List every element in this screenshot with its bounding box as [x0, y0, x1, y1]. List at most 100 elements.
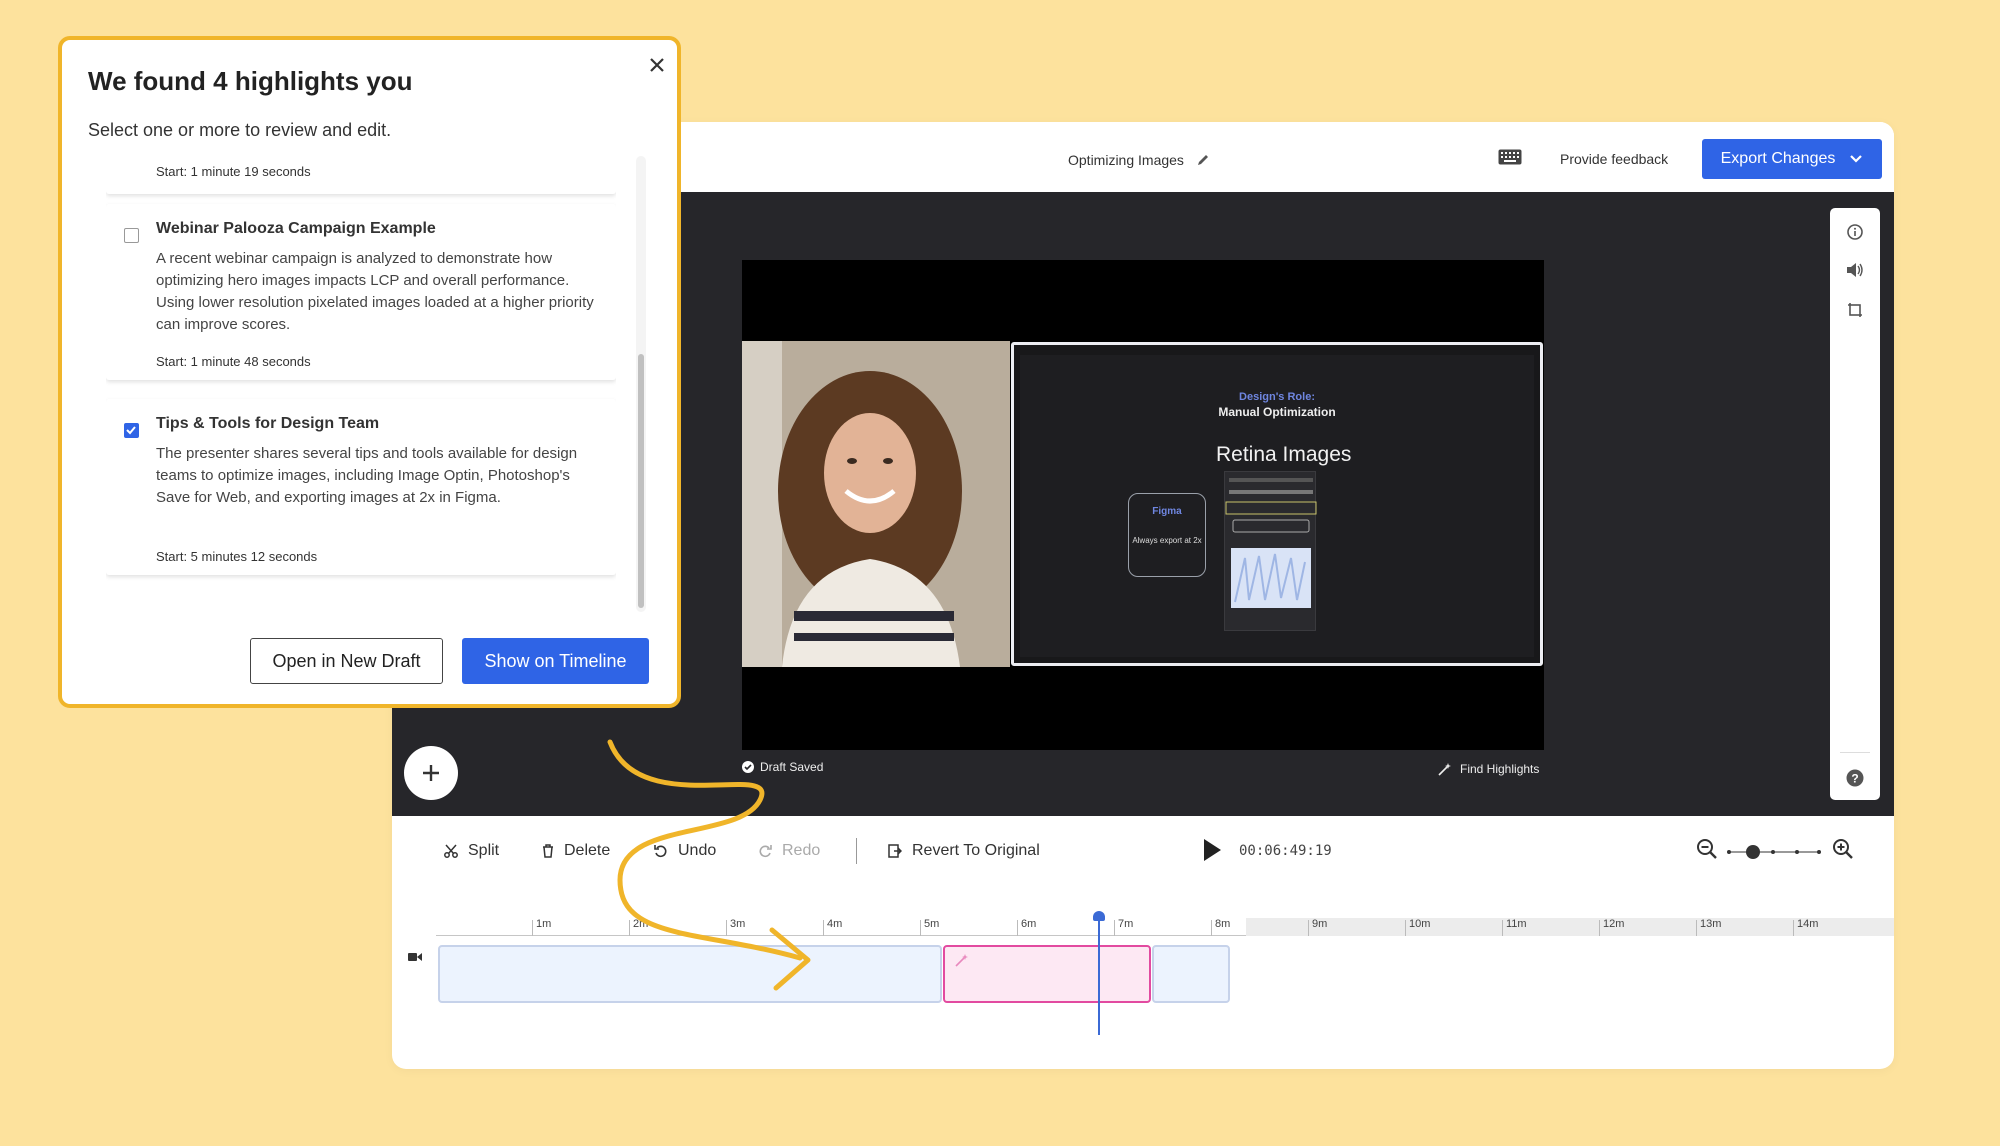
- document-title[interactable]: Optimizing Images: [1068, 152, 1210, 168]
- ruler-tick: [629, 920, 630, 936]
- ruler-tick-label: 13m: [1700, 918, 1722, 930]
- delete-label: Delete: [564, 842, 611, 859]
- check-icon: [126, 426, 136, 435]
- magic-wand-icon: [955, 954, 968, 967]
- undo-label: Undo: [678, 842, 717, 859]
- audio-tool[interactable]: [1845, 260, 1865, 280]
- split-button[interactable]: Split: [444, 842, 499, 860]
- zoom-slider[interactable]: [1727, 842, 1821, 862]
- highlight-start-time: Start: 1 minute 48 seconds: [156, 354, 311, 369]
- highlight-card[interactable]: Tips & Tools for Design Team The present…: [106, 399, 616, 575]
- list-scrollbar[interactable]: [636, 156, 646, 612]
- highlight-start-time: Start: 1 minute 19 seconds: [156, 164, 311, 179]
- zoom-in-icon[interactable]: [1832, 838, 1854, 860]
- find-highlights-button[interactable]: Find Highlights: [1438, 762, 1539, 776]
- timecode-display: 00:06:49:19: [1239, 843, 1332, 859]
- highlight-card[interactable]: Start: 1 minute 19 seconds: [106, 154, 616, 194]
- video-preview[interactable]: Design's Role: Manual Optimization Retin…: [742, 260, 1544, 750]
- ruler-tick: [1211, 920, 1212, 936]
- ruler-tick: [1599, 920, 1600, 936]
- timeline-clip[interactable]: [438, 945, 942, 1003]
- slide-heading: Manual Optimization: [1218, 405, 1336, 419]
- show-on-timeline-button[interactable]: Show on Timeline: [462, 638, 649, 684]
- presentation-slide: Design's Role: Manual Optimization Retin…: [1011, 342, 1543, 666]
- delete-button[interactable]: Delete: [542, 842, 610, 860]
- add-button[interactable]: [404, 746, 458, 800]
- highlight-checkbox[interactable]: [124, 423, 139, 438]
- find-highlights-label: Find Highlights: [1460, 762, 1540, 776]
- figma-card-title: Figma: [1152, 506, 1182, 517]
- highlights-list[interactable]: Start: 1 minute 19 seconds Webinar Paloo…: [106, 154, 616, 610]
- presenter-camera-feed: [742, 341, 1010, 667]
- chevron-down-icon: [1850, 155, 1863, 163]
- ruler-tick-label: 10m: [1409, 918, 1431, 930]
- ruler-tick-label: 7m: [1118, 918, 1134, 930]
- zoom-slider-thumb[interactable]: [1746, 845, 1760, 859]
- timeline-clip[interactable]: [1152, 945, 1230, 1003]
- slide-big-text: Retina Images: [1216, 443, 1352, 466]
- ruler-tick: [1308, 920, 1309, 936]
- redo-label: Redo: [782, 842, 821, 859]
- close-icon[interactable]: [644, 52, 670, 78]
- split-label: Split: [468, 842, 500, 859]
- ruler-tick: [1017, 920, 1018, 936]
- highlight-title: Webinar Palooza Campaign Example: [156, 220, 436, 237]
- toolbar-divider: [856, 838, 857, 864]
- crop-icon: [1848, 303, 1862, 317]
- export-panel-image: [1225, 478, 1317, 608]
- ruler-tick-label: 2m: [633, 918, 649, 930]
- help-tool[interactable]: ?: [1845, 768, 1865, 788]
- provide-feedback-link[interactable]: Provide feedback: [1560, 151, 1668, 167]
- help-icon: ?: [1846, 769, 1864, 787]
- ruler-tick: [1405, 920, 1406, 936]
- check-circle-icon: [742, 761, 754, 773]
- scrollbar-thumb[interactable]: [638, 354, 644, 608]
- highlight-description: The presenter shares several tips and to…: [156, 445, 578, 506]
- highlight-title: Tips & Tools for Design Team: [156, 415, 380, 432]
- ruler-tick: [1114, 920, 1115, 936]
- timeline-ruler[interactable]: 1m 2m 3m 4m 5m 6m 7m 8m 9m 10m 11m 12m 13m 14m: [436, 918, 1894, 936]
- figma-card-desc: Always export at 2x: [1132, 536, 1202, 545]
- playhead-handle[interactable]: [1093, 911, 1105, 921]
- scissors-icon: [444, 844, 458, 858]
- zoom-out-icon[interactable]: [1696, 838, 1718, 860]
- crop-tool[interactable]: [1845, 300, 1865, 320]
- revert-label: Revert To Original: [912, 842, 1040, 859]
- undo-button[interactable]: Undo: [654, 842, 716, 860]
- plus-icon: [423, 765, 439, 781]
- redo-button[interactable]: Redo: [758, 842, 820, 860]
- draft-saved-status: Draft Saved: [742, 760, 823, 774]
- highlight-card[interactable]: Webinar Palooza Campaign Example A recen…: [106, 204, 616, 380]
- document-title-label: Optimizing Images: [1068, 152, 1184, 168]
- info-icon: [1847, 224, 1863, 240]
- highlight-clip[interactable]: [943, 945, 1151, 1003]
- ruler-tick-label: 3m: [730, 918, 746, 930]
- ruler-tick: [1793, 920, 1794, 936]
- ruler-tick: [532, 920, 533, 936]
- ruler-tick-label: 1m: [536, 918, 552, 930]
- keyboard-icon[interactable]: [1498, 149, 1522, 165]
- ruler-tick-label: 9m: [1312, 918, 1328, 930]
- ruler-tick-label: 8m: [1215, 918, 1231, 930]
- ruler-tick-label: 5m: [924, 918, 940, 930]
- ruler-tick-label: 14m: [1797, 918, 1819, 930]
- svg-text:?: ?: [1851, 772, 1858, 786]
- ruler-tick: [1696, 920, 1697, 936]
- dialog-subtitle: Select one or more to review and edit.: [88, 120, 392, 140]
- open-in-new-draft-button[interactable]: Open in New Draft: [250, 638, 443, 684]
- edit-toolbar: Split Delete Undo Redo Revert To Origina…: [392, 816, 1894, 886]
- playhead[interactable]: [1098, 915, 1100, 1035]
- revert-button[interactable]: Revert To Original: [888, 842, 1040, 860]
- draft-saved-label: Draft Saved: [760, 760, 824, 774]
- highlight-start-time: Start: 5 minutes 12 seconds: [156, 549, 318, 564]
- ruler-tick-label: 11m: [1506, 918, 1527, 930]
- play-icon[interactable]: [1202, 838, 1222, 862]
- pencil-icon[interactable]: [1196, 153, 1210, 167]
- info-tool[interactable]: [1845, 222, 1865, 242]
- export-changes-button[interactable]: Export Changes: [1702, 139, 1882, 179]
- highlight-checkbox[interactable]: [124, 228, 139, 243]
- dialog-title: We found 4 highlights you: [88, 66, 413, 96]
- trash-icon: [543, 844, 553, 858]
- magic-wand-icon: [1438, 763, 1451, 776]
- export-changes-label: Export Changes: [1720, 150, 1836, 167]
